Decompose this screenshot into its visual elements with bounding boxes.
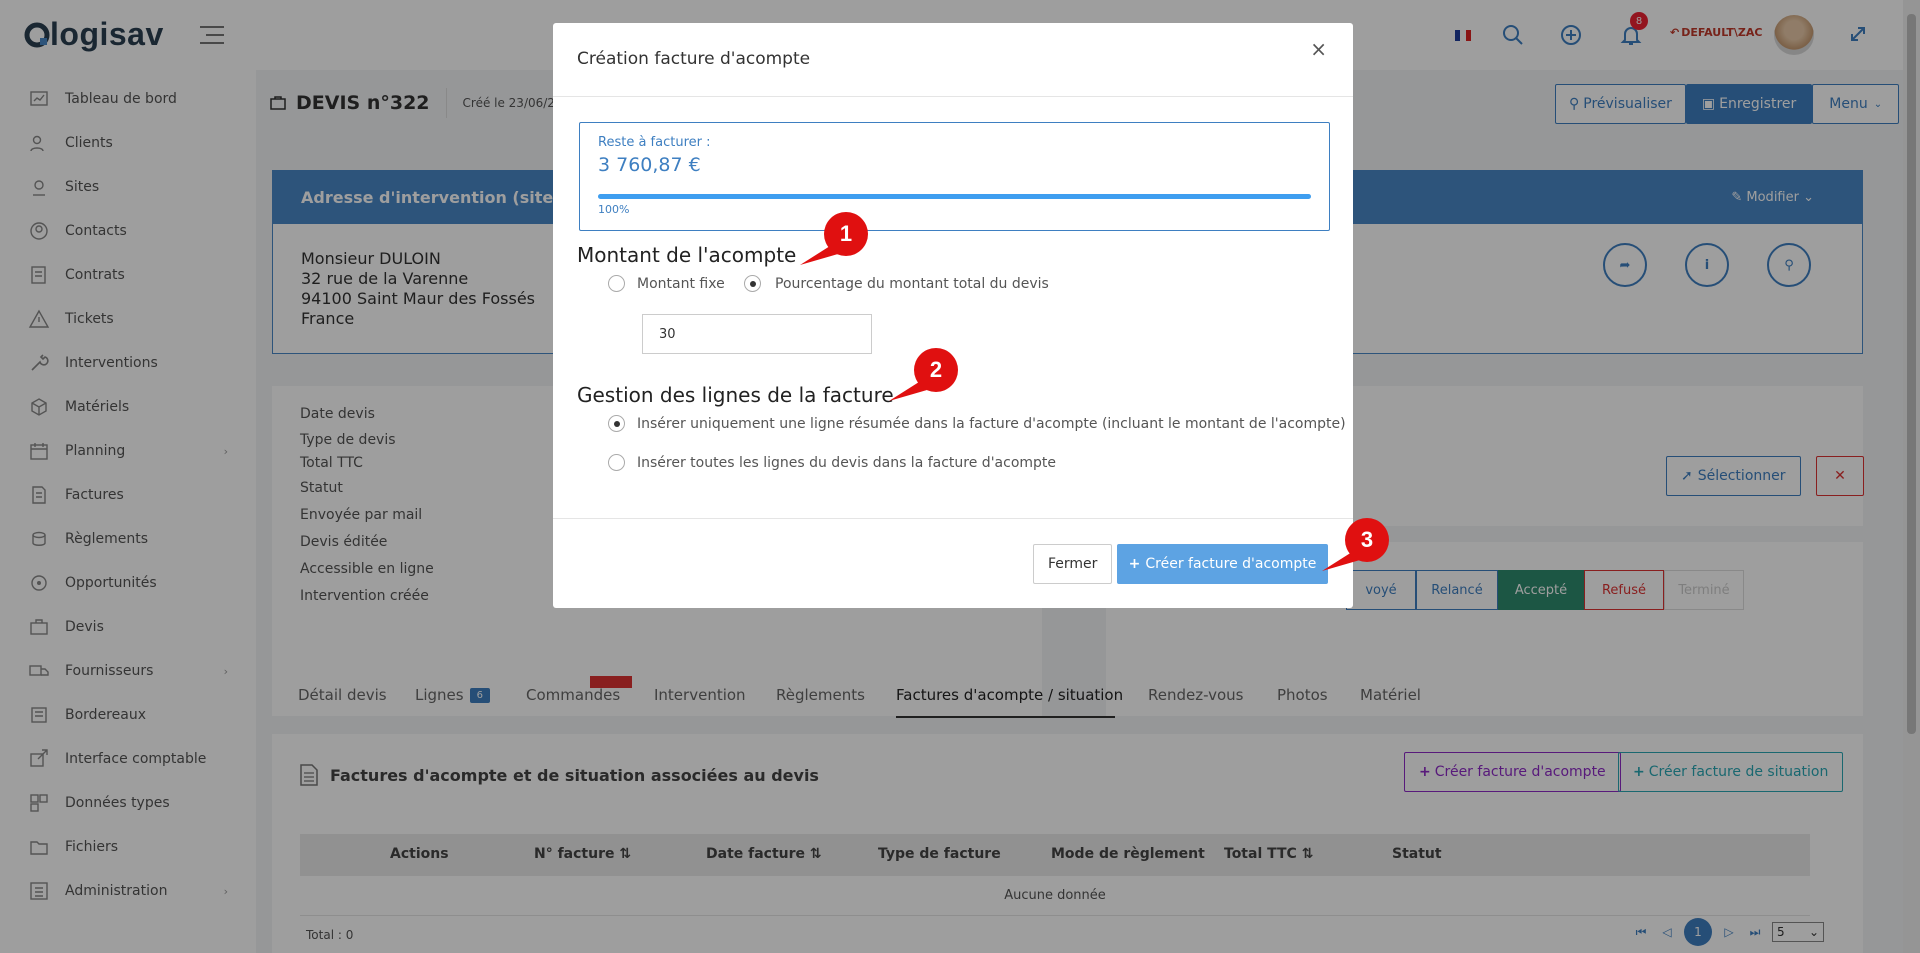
- option-percent-label: Pourcentage du montant total du devis: [775, 275, 1049, 292]
- radio-percent[interactable]: [744, 275, 761, 292]
- option-percent[interactable]: Pourcentage du montant total du devis: [744, 275, 1049, 292]
- option-fixed-label: Montant fixe: [637, 275, 725, 292]
- progress-label: 100%: [598, 203, 630, 216]
- progress-track: [598, 194, 1311, 199]
- amount-value: 30: [659, 326, 676, 342]
- remaining-value: 3 760,87 €: [598, 154, 701, 176]
- callout-tail-2: [889, 382, 929, 404]
- modal-title: Création facture d'acompte: [577, 49, 811, 69]
- callout-tail-3: [1322, 552, 1362, 574]
- radio-all[interactable]: [608, 454, 625, 471]
- plus-icon: +: [1128, 556, 1141, 572]
- close-button-label: Fermer: [1048, 556, 1098, 572]
- modal-header: Création facture d'acompte ×: [553, 23, 1353, 97]
- callout-tail-1: [800, 246, 840, 268]
- remaining-label: Reste à facturer :: [598, 135, 711, 150]
- radio-fixed[interactable]: [608, 275, 625, 292]
- radio-summary[interactable]: [608, 415, 625, 432]
- close-button[interactable]: Fermer: [1033, 544, 1113, 584]
- option-all-label: Insérer toutes les lignes du devis dans …: [637, 454, 1057, 471]
- create-deposit-label: Créer facture d'acompte: [1145, 556, 1317, 572]
- modal-footer: [553, 518, 1353, 519]
- option-fixed[interactable]: Montant fixe: [608, 275, 725, 292]
- section-amount-title: Montant de l'acompte: [577, 243, 797, 267]
- option-summary-line[interactable]: Insérer uniquement une ligne résumée dan…: [608, 415, 1346, 432]
- section-lines-title: Gestion des lignes de la facture: [577, 383, 894, 407]
- progress-fill: [598, 194, 1311, 199]
- close-icon[interactable]: ×: [1310, 37, 1327, 61]
- create-deposit-button[interactable]: + Créer facture d'acompte: [1117, 544, 1328, 584]
- deposit-invoice-modal: Création facture d'acompte × Reste à fac…: [553, 23, 1353, 608]
- remaining-box: Reste à facturer : 3 760,87 € 100%: [579, 122, 1330, 231]
- option-summary-label: Insérer uniquement une ligne résumée dan…: [637, 415, 1346, 432]
- amount-input[interactable]: 30: [642, 314, 872, 354]
- option-all-lines[interactable]: Insérer toutes les lignes du devis dans …: [608, 454, 1056, 471]
